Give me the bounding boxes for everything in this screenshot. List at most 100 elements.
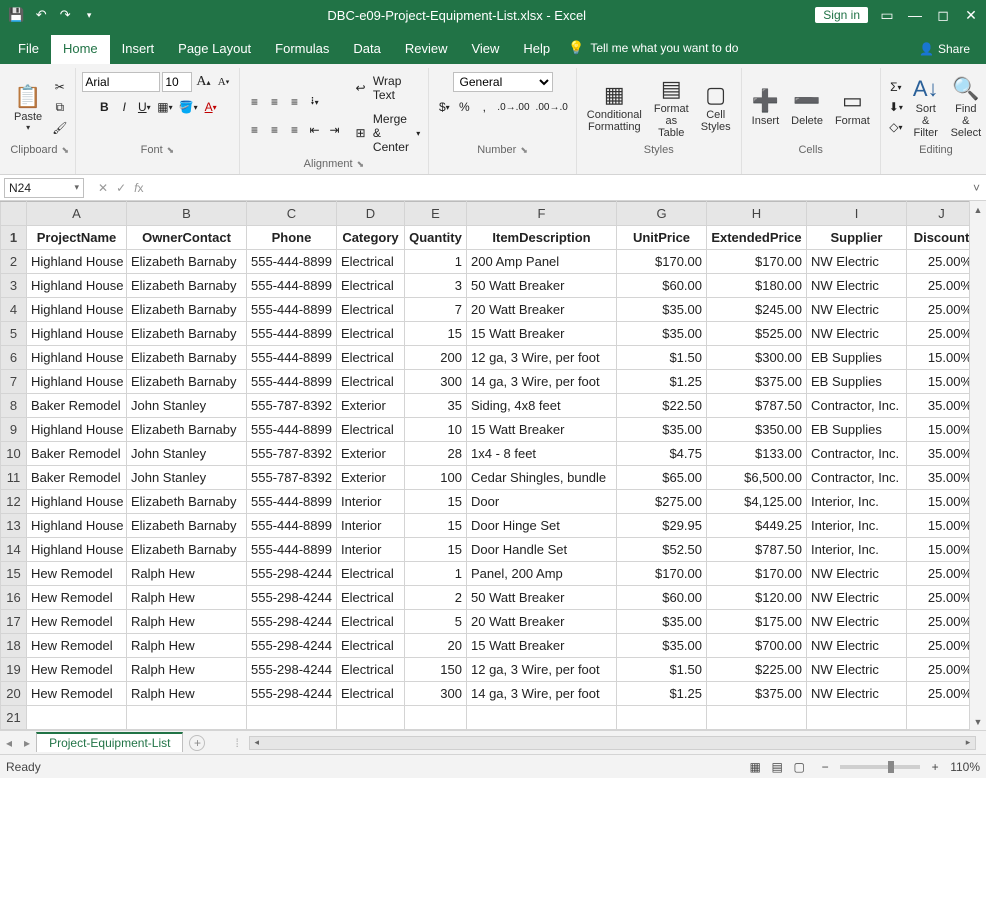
cell[interactable]: Exterior (337, 442, 405, 466)
orientation-icon[interactable]: ⭭▾ (306, 90, 324, 115)
cell[interactable]: $525.00 (707, 322, 807, 346)
cell[interactable] (405, 706, 467, 730)
cell[interactable]: Electrical (337, 346, 405, 370)
cell[interactable]: Elizabeth Barnaby (127, 250, 247, 274)
cell[interactable]: Interior, Inc. (807, 538, 907, 562)
tab-split-icon[interactable]: ⁞ (235, 736, 238, 750)
cell[interactable]: 15.00% (907, 418, 970, 442)
tab-file[interactable]: File (6, 35, 51, 64)
cell[interactable]: Electrical (337, 250, 405, 274)
cell[interactable]: 20 Watt Breaker (467, 298, 617, 322)
cell[interactable]: Door (467, 490, 617, 514)
cell[interactable]: 35.00% (907, 394, 970, 418)
cell[interactable]: Category (337, 226, 405, 250)
cell[interactable]: 15.00% (907, 514, 970, 538)
cell[interactable]: 12 ga, 3 Wire, per foot (467, 346, 617, 370)
close-icon[interactable]: ✕ (962, 7, 980, 24)
cell[interactable]: Door Handle Set (467, 538, 617, 562)
row-header[interactable]: 4 (1, 298, 27, 322)
undo-icon[interactable]: ↶ (32, 5, 50, 25)
scroll-right-icon[interactable]: ▸ (961, 737, 975, 749)
cell[interactable]: Interior (337, 514, 405, 538)
tab-insert[interactable]: Insert (110, 35, 167, 64)
find-select-button[interactable]: 🔍Find & Select (947, 73, 986, 141)
cell[interactable]: $22.50 (617, 394, 707, 418)
share-button[interactable]: 👤 Share (913, 36, 980, 64)
sheet-nav-prev-icon[interactable]: ◂ (0, 736, 18, 750)
cell[interactable]: 12 ga, 3 Wire, per foot (467, 658, 617, 682)
cell[interactable]: 7 (405, 298, 467, 322)
cell[interactable]: 25.00% (907, 658, 970, 682)
cell[interactable]: John Stanley (127, 442, 247, 466)
copy-icon[interactable]: ⧉ (50, 98, 69, 117)
cell[interactable]: Interior (337, 538, 405, 562)
cell[interactable]: $180.00 (707, 274, 807, 298)
cell[interactable]: 15 (405, 538, 467, 562)
cell[interactable]: NW Electric (807, 274, 907, 298)
cell[interactable]: Elizabeth Barnaby (127, 418, 247, 442)
cell[interactable]: Elizabeth Barnaby (127, 538, 247, 562)
clear-icon[interactable]: ◇ ▾ (887, 118, 905, 136)
font-color-icon[interactable]: A▾ (202, 98, 220, 116)
row-header[interactable]: 7 (1, 370, 27, 394)
format-painter-icon[interactable]: 🖌 (50, 119, 69, 137)
autosum-icon[interactable]: Σ ▾ (887, 78, 905, 96)
scroll-up-icon[interactable]: ▲ (970, 201, 986, 218)
cell[interactable] (27, 706, 127, 730)
cell[interactable]: $60.00 (617, 586, 707, 610)
cell[interactable]: $245.00 (707, 298, 807, 322)
col-header-J[interactable]: J (907, 202, 970, 226)
cell[interactable]: Electrical (337, 562, 405, 586)
cell[interactable]: ExtendedPrice (707, 226, 807, 250)
cell[interactable]: 28 (405, 442, 467, 466)
cell[interactable]: Elizabeth Barnaby (127, 274, 247, 298)
row-header[interactable]: 16 (1, 586, 27, 610)
cell[interactable]: $6,500.00 (707, 466, 807, 490)
row-header[interactable]: 20 (1, 682, 27, 706)
name-box[interactable]: N24▾ (4, 178, 84, 198)
cell[interactable]: 5 (405, 610, 467, 634)
cell[interactable]: Highland House (27, 250, 127, 274)
tab-view[interactable]: View (459, 35, 511, 64)
tab-formulas[interactable]: Formulas (263, 35, 341, 64)
save-icon[interactable]: 💾 (6, 5, 26, 25)
new-sheet-icon[interactable]: + (189, 735, 205, 751)
cell[interactable]: $60.00 (617, 274, 707, 298)
scroll-left-icon[interactable]: ◂ (250, 737, 264, 749)
zoom-in-icon[interactable]: + (926, 758, 944, 776)
cell[interactable]: Phone (247, 226, 337, 250)
cell[interactable]: NW Electric (807, 634, 907, 658)
cell[interactable]: $35.00 (617, 322, 707, 346)
cell[interactable]: 555-787-8392 (247, 442, 337, 466)
cell[interactable]: 555-444-8899 (247, 418, 337, 442)
row-header[interactable]: 1 (1, 226, 27, 250)
formula-input[interactable] (151, 177, 967, 199)
cell[interactable]: Highland House (27, 418, 127, 442)
align-middle-icon[interactable]: ≡ (266, 93, 284, 111)
cell[interactable]: 200 Amp Panel (467, 250, 617, 274)
cell[interactable]: $4,125.00 (707, 490, 807, 514)
cell-styles-button[interactable]: ▢Cell Styles (697, 79, 735, 135)
row-header[interactable]: 2 (1, 250, 27, 274)
cell[interactable] (467, 706, 617, 730)
cell[interactable]: 1x4 - 8 feet (467, 442, 617, 466)
cell[interactable]: 555-444-8899 (247, 490, 337, 514)
cell[interactable]: 25.00% (907, 682, 970, 706)
scroll-down-icon[interactable]: ▼ (970, 713, 986, 730)
cell[interactable]: 10 (405, 418, 467, 442)
cell[interactable]: ItemDescription (467, 226, 617, 250)
tab-help[interactable]: Help (511, 35, 562, 64)
cell[interactable]: 35.00% (907, 442, 970, 466)
cell[interactable]: 555-298-4244 (247, 610, 337, 634)
cell[interactable]: 150 (405, 658, 467, 682)
align-left-icon[interactable]: ≡ (246, 121, 264, 139)
fx-icon[interactable]: fx (134, 181, 143, 195)
page-break-view-icon[interactable]: ▢ (790, 758, 808, 776)
row-header[interactable]: 9 (1, 418, 27, 442)
cell[interactable]: EB Supplies (807, 418, 907, 442)
cell[interactable]: Hew Remodel (27, 610, 127, 634)
cell[interactable]: Ralph Hew (127, 682, 247, 706)
cell[interactable]: 35 (405, 394, 467, 418)
conditional-formatting-button[interactable]: ▦Conditional Formatting (583, 79, 646, 135)
col-header-B[interactable]: B (127, 202, 247, 226)
